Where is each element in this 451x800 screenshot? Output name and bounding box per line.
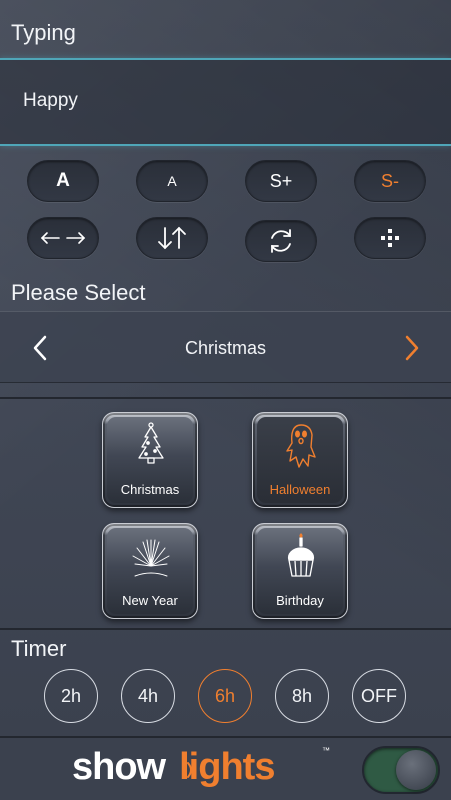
speed-down-button[interactable]: S- <box>354 160 426 202</box>
font-smaller-button[interactable]: A <box>136 160 208 202</box>
footer: show lights ™ <box>0 736 451 800</box>
theme-tile-halloween[interactable]: Halloween <box>252 412 348 508</box>
rotate-icon <box>271 229 291 253</box>
timer-section-title: Timer <box>11 636 67 661</box>
ghost-icon <box>286 424 316 468</box>
typing-input-panel[interactable]: Happy <box>0 58 451 146</box>
theme-label-halloween: Halloween <box>269 482 331 497</box>
trademark-symbol: ™ <box>322 746 330 755</box>
theme-label-christmas: Christmas <box>120 482 180 497</box>
typing-text: Happy <box>23 90 78 111</box>
fireworks-icon <box>132 539 170 577</box>
divider <box>0 397 451 399</box>
cupcake-icon <box>287 533 315 577</box>
power-toggle[interactable] <box>362 746 440 794</box>
theme-tile-birthday[interactable]: Birthday <box>252 523 348 619</box>
signal-waves-icon <box>182 762 192 778</box>
speed-up-button[interactable]: S+ <box>245 160 317 202</box>
rotate-button[interactable] <box>245 220 317 262</box>
divider <box>0 628 451 630</box>
theme-tile-new-year[interactable]: New Year <box>102 523 198 619</box>
chevron-right-icon[interactable] <box>400 334 424 362</box>
timer-8h-button[interactable]: 8h <box>275 669 329 723</box>
timer-2h-button[interactable]: 2h <box>44 669 98 723</box>
christmas-tree-icon <box>138 422 164 464</box>
theme-label-birthday: Birthday <box>276 593 324 608</box>
selected-theme-label: Christmas <box>184 338 266 358</box>
select-section-title: Please Select <box>11 280 146 305</box>
font-larger-button[interactable]: A <box>27 160 99 202</box>
typing-section-title: Typing <box>11 20 76 45</box>
scatter-dots-icon <box>381 229 399 247</box>
toggle-knob[interactable] <box>396 750 436 790</box>
showlights-logo: show lights <box>72 746 275 788</box>
timer-4h-button[interactable]: 4h <box>121 669 175 723</box>
down-up-arrows-icon <box>158 226 186 250</box>
theme-selector: Christmas <box>0 311 451 383</box>
vertical-scroll-button[interactable] <box>136 217 208 259</box>
left-right-arrows-icon <box>40 232 86 244</box>
scatter-button[interactable] <box>354 217 426 259</box>
timer-off-button[interactable]: OFF <box>352 669 406 723</box>
theme-label-new-year: New Year <box>122 593 178 608</box>
horizontal-scroll-button[interactable] <box>27 217 99 259</box>
theme-tile-christmas[interactable]: Christmas <box>102 412 198 508</box>
timer-6h-button[interactable]: 6h <box>198 669 252 723</box>
